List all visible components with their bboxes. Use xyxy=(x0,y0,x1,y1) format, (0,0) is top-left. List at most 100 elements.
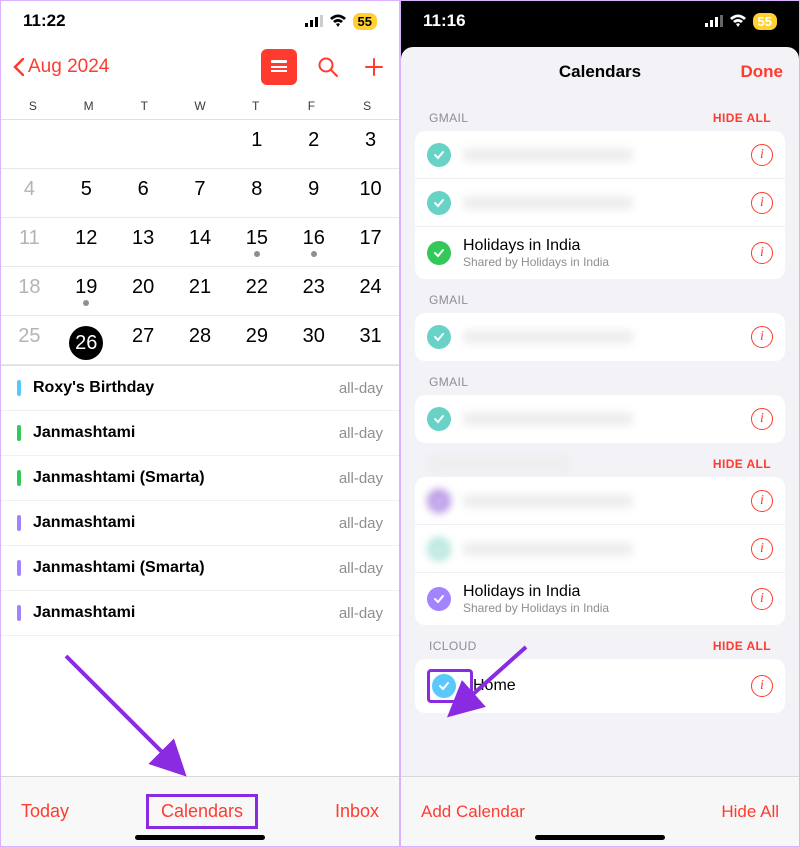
section-card: i xyxy=(415,313,785,361)
calendar-sections[interactable]: GMAILHIDE ALLiiHolidays in IndiaShared b… xyxy=(401,97,799,846)
inbox-button[interactable]: Inbox xyxy=(335,801,379,822)
day-cell[interactable]: 2 xyxy=(285,120,342,169)
day-cell[interactable]: 14 xyxy=(172,218,229,267)
today-button[interactable]: Today xyxy=(21,801,69,822)
calendars-button[interactable]: Calendars xyxy=(146,794,258,829)
day-cell[interactable]: 20 xyxy=(115,267,172,316)
day-cell[interactable]: 15 xyxy=(228,218,285,267)
calendar-row[interactable]: Homei xyxy=(415,659,785,713)
calendar-row[interactable]: i xyxy=(415,313,785,361)
calendar-row[interactable]: Holidays in IndiaShared by Holidays in I… xyxy=(415,573,785,625)
day-cell[interactable]: 7 xyxy=(172,169,229,218)
hide-all-section-button[interactable]: HIDE ALL xyxy=(713,111,771,125)
info-icon[interactable]: i xyxy=(751,192,773,214)
calendar-name: Holidays in India xyxy=(463,583,751,601)
checkmark-icon[interactable] xyxy=(432,674,456,698)
list-view-button[interactable] xyxy=(261,49,297,85)
checkmark-icon[interactable] xyxy=(427,241,451,265)
day-cell[interactable]: 28 xyxy=(172,316,229,365)
calendar-row[interactable]: Holidays in IndiaShared by Holidays in I… xyxy=(415,227,785,279)
day-cell[interactable]: 8 xyxy=(228,169,285,218)
day-cell[interactable]: 17 xyxy=(342,218,399,267)
day-cell[interactable]: 26 xyxy=(58,316,115,365)
day-cell[interactable]: 29 xyxy=(228,316,285,365)
event-row[interactable]: Janmashtami all-day xyxy=(1,411,399,456)
calendar-row[interactable]: i xyxy=(415,179,785,227)
info-icon[interactable]: i xyxy=(751,490,773,512)
hide-all-button[interactable]: Hide All xyxy=(721,802,779,822)
hide-all-section-button[interactable]: HIDE ALL xyxy=(713,457,771,471)
info-icon[interactable]: i xyxy=(751,242,773,264)
section-header: GMAIL HIDE ALL xyxy=(415,97,785,131)
day-cell[interactable]: 1 xyxy=(228,120,285,169)
section-title: ICLOUD xyxy=(429,639,477,653)
hide-all-section-button[interactable]: HIDE ALL xyxy=(713,639,771,653)
event-name: Janmashtami (Smarta) xyxy=(33,559,339,577)
event-row[interactable]: Janmashtami all-day xyxy=(1,501,399,546)
home-indicator[interactable] xyxy=(535,835,665,840)
day-cell[interactable]: 22 xyxy=(228,267,285,316)
day-cell[interactable]: 21 xyxy=(172,267,229,316)
add-calendar-button[interactable]: Add Calendar xyxy=(421,802,525,822)
day-cell[interactable]: 13 xyxy=(115,218,172,267)
event-name: Janmashtami xyxy=(33,514,339,532)
checkmark-icon[interactable] xyxy=(427,489,451,513)
event-color-bar xyxy=(17,515,21,531)
add-event-button[interactable] xyxy=(359,52,389,82)
done-button[interactable]: Done xyxy=(741,62,784,82)
event-row[interactable]: Janmashtami (Smarta) all-day xyxy=(1,456,399,501)
search-button[interactable] xyxy=(313,52,343,82)
event-row[interactable]: Janmashtami all-day xyxy=(1,591,399,636)
checkmark-icon[interactable] xyxy=(427,537,451,561)
event-row[interactable]: Roxy's Birthday all-day xyxy=(1,366,399,411)
day-cell[interactable] xyxy=(1,120,58,169)
day-cell[interactable]: 11 xyxy=(1,218,58,267)
day-cell[interactable] xyxy=(58,120,115,169)
back-month-button[interactable]: Aug 2024 xyxy=(13,56,109,78)
info-icon[interactable]: i xyxy=(751,675,773,697)
checkmark-icon[interactable] xyxy=(427,407,451,431)
info-icon[interactable]: i xyxy=(751,538,773,560)
day-cell[interactable]: 23 xyxy=(285,267,342,316)
weekday-label: F xyxy=(284,99,340,113)
event-row[interactable]: Janmashtami (Smarta) all-day xyxy=(1,546,399,591)
day-cell[interactable]: 9 xyxy=(285,169,342,218)
weekday-label: T xyxy=(228,99,284,113)
day-cell[interactable]: 4 xyxy=(1,169,58,218)
day-cell[interactable]: 25 xyxy=(1,316,58,365)
day-cell[interactable]: 30 xyxy=(285,316,342,365)
calendar-row[interactable]: i xyxy=(415,395,785,443)
day-cell[interactable]: 19 xyxy=(58,267,115,316)
checkmark-icon[interactable] xyxy=(427,191,451,215)
home-indicator[interactable] xyxy=(135,835,265,840)
annotation-arrow xyxy=(61,651,211,791)
checkmark-icon[interactable] xyxy=(427,587,451,611)
day-cell[interactable]: 12 xyxy=(58,218,115,267)
calendar-row[interactable]: i xyxy=(415,525,785,573)
day-cell[interactable]: 10 xyxy=(342,169,399,218)
checkmark-icon[interactable] xyxy=(427,325,451,349)
info-icon[interactable]: i xyxy=(751,144,773,166)
calendar-row[interactable]: i xyxy=(415,131,785,179)
weekday-label: S xyxy=(5,99,61,113)
day-cell[interactable]: 27 xyxy=(115,316,172,365)
day-cell[interactable]: 24 xyxy=(342,267,399,316)
day-cell[interactable]: 3 xyxy=(342,120,399,169)
event-time: all-day xyxy=(339,425,383,442)
day-cell[interactable] xyxy=(172,120,229,169)
day-cell[interactable]: 5 xyxy=(58,169,115,218)
day-cell[interactable] xyxy=(115,120,172,169)
day-cell[interactable]: 16 xyxy=(285,218,342,267)
info-icon[interactable]: i xyxy=(751,408,773,430)
day-cell[interactable]: 18 xyxy=(1,267,58,316)
calendar-row[interactable]: i xyxy=(415,477,785,525)
weekday-header: SMTWTFS xyxy=(1,93,399,120)
day-cell[interactable]: 31 xyxy=(342,316,399,365)
info-icon[interactable]: i xyxy=(751,588,773,610)
day-cell[interactable]: 6 xyxy=(115,169,172,218)
info-icon[interactable]: i xyxy=(751,326,773,348)
checkmark-icon[interactable] xyxy=(427,143,451,167)
status-right: 55 xyxy=(305,13,377,30)
section-title: GMAIL xyxy=(429,111,468,125)
battery-badge: 55 xyxy=(353,13,377,30)
